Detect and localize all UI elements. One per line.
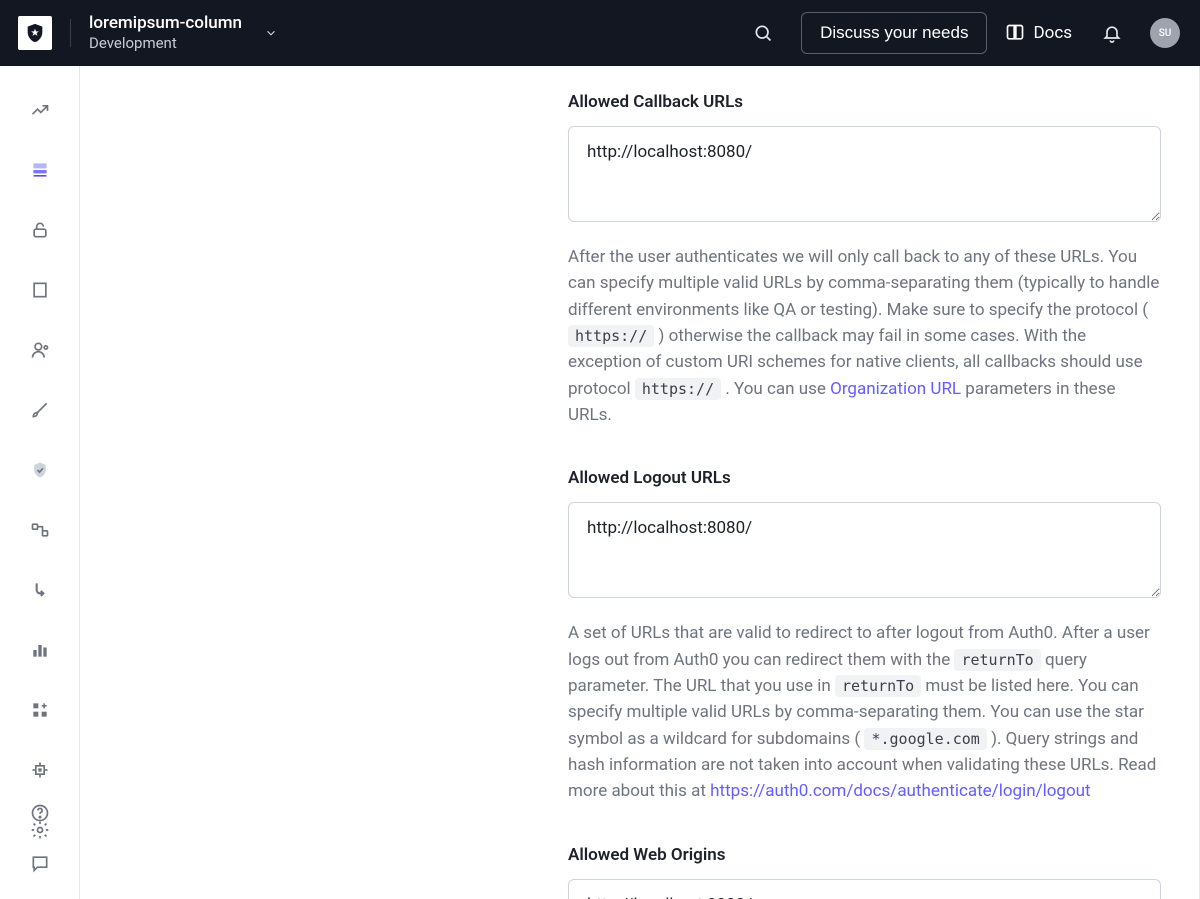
shield-star-icon <box>24 22 46 44</box>
field-allowed-callback-urls: Allowed Callback URLs After the user aut… <box>568 92 1161 428</box>
discuss-needs-button[interactable]: Discuss your needs <box>801 12 987 54</box>
chevron-down-icon <box>264 26 278 40</box>
allowed-web-origins-input[interactable] <box>568 879 1161 899</box>
applications-icon <box>30 160 50 180</box>
rail-feedback[interactable] <box>20 843 60 883</box>
help-icon <box>30 803 50 823</box>
main-content: Allowed Callback URLs After the user aut… <box>80 66 1200 899</box>
search-button[interactable] <box>743 13 783 53</box>
field-help: A set of URLs that are valid to redirect… <box>568 620 1161 804</box>
rail-authentication[interactable] <box>20 210 60 250</box>
allowed-callback-urls-input[interactable] <box>568 126 1161 222</box>
docs-link[interactable]: Docs <box>1005 23 1072 43</box>
code-snippet: *.google.com <box>864 728 986 750</box>
brand-logo[interactable] <box>18 16 52 50</box>
flow-icon <box>30 520 50 540</box>
grid-plus-icon <box>30 700 50 720</box>
shield-check-icon <box>30 460 50 480</box>
side-rail <box>0 66 80 899</box>
rail-monitoring[interactable] <box>20 630 60 670</box>
chip-icon <box>30 760 50 780</box>
rail-activity[interactable] <box>20 90 60 130</box>
lock-open-icon <box>30 220 50 240</box>
rail-organizations[interactable] <box>20 270 60 310</box>
code-snippet: https:// <box>635 378 721 400</box>
rail-user-management[interactable] <box>20 330 60 370</box>
book-icon <box>1005 23 1025 43</box>
allowed-logout-urls-input[interactable] <box>568 502 1161 598</box>
rail-branding[interactable] <box>20 390 60 430</box>
code-snippet: returnTo <box>954 649 1040 671</box>
bell-icon <box>1102 23 1122 43</box>
rail-pipelines[interactable] <box>20 570 60 610</box>
field-allowed-logout-urls: Allowed Logout URLs A set of URLs that a… <box>568 468 1161 804</box>
arrow-down-icon <box>30 580 50 600</box>
code-snippet: returnTo <box>835 675 921 697</box>
rail-marketplace[interactable] <box>20 690 60 730</box>
field-allowed-web-origins: Allowed Web Origins <box>568 845 1161 899</box>
top-bar: loremipsum-column Development Discuss yo… <box>0 0 1200 66</box>
divider <box>70 19 71 47</box>
docs-label: Docs <box>1033 23 1072 43</box>
code-snippet: https:// <box>568 325 654 347</box>
organization-url-link[interactable]: Organization URL <box>830 379 961 399</box>
rail-security[interactable] <box>20 450 60 490</box>
field-label: Allowed Logout URLs <box>568 468 1161 488</box>
field-help: After the user authenticates we will onl… <box>568 244 1161 428</box>
rail-actions[interactable] <box>20 510 60 550</box>
chat-icon <box>30 853 50 873</box>
rail-applications[interactable] <box>20 150 60 190</box>
user-cog-icon <box>30 340 50 360</box>
building-icon <box>30 280 50 300</box>
tenant-caret[interactable] <box>264 26 278 40</box>
field-label: Allowed Callback URLs <box>568 92 1161 112</box>
tenant-env: Development <box>89 34 242 53</box>
tenant-name: loremipsum-column <box>89 13 242 34</box>
avatar[interactable]: SU <box>1150 18 1180 48</box>
bar-chart-icon <box>30 640 50 660</box>
notifications-button[interactable] <box>1092 13 1132 53</box>
brush-icon <box>30 400 50 420</box>
tenant-selector[interactable]: loremipsum-column Development <box>89 13 242 53</box>
search-icon <box>753 23 773 43</box>
logout-docs-link[interactable]: https://auth0.com/docs/authenticate/logi… <box>710 781 1090 801</box>
rail-help[interactable] <box>20 793 60 833</box>
field-label: Allowed Web Origins <box>568 845 1161 865</box>
rail-extensions[interactable] <box>20 750 60 790</box>
activity-icon <box>30 100 50 120</box>
